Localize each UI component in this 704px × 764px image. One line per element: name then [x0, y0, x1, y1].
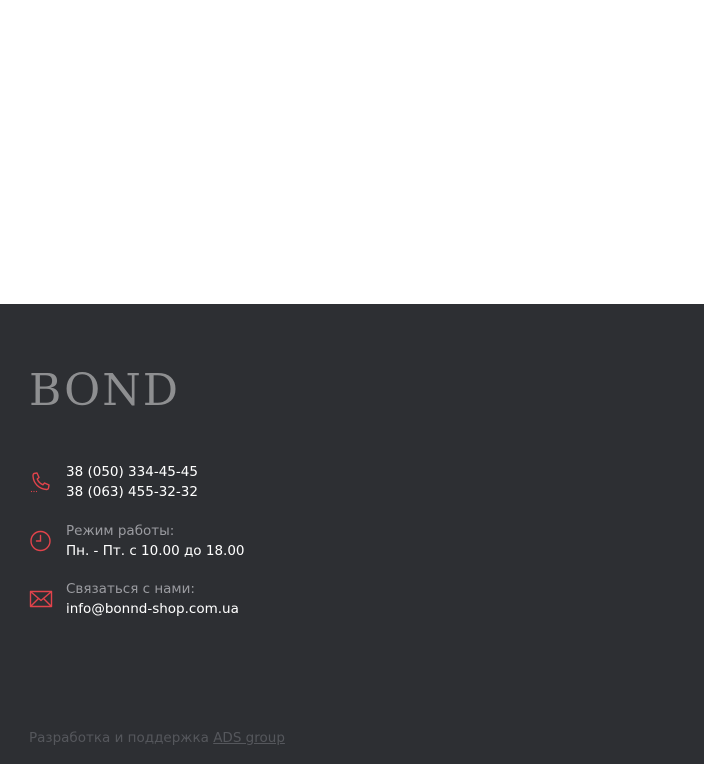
email-label: Связаться с нами:	[66, 581, 195, 597]
hours-text: Режим работы: Пн. - Пт. с 10.00 до 18.00	[66, 521, 245, 561]
phone-numbers: 38 (050) 334-45-45 38 (063) 455-32-32	[66, 462, 198, 502]
hours-value: Пн. - Пт. с 10.00 до 18.00	[66, 543, 245, 559]
email-text: Связаться с нами: info@bonnd-shop.com.ua	[66, 579, 239, 619]
hours-label: Режим работы:	[66, 523, 175, 539]
envelope-icon	[29, 587, 53, 611]
credits-text: Разработка и поддержка	[29, 730, 209, 746]
content-area	[0, 0, 704, 304]
developer-link[interactable]: ADS group	[213, 730, 285, 746]
phone-link-1[interactable]: 38 (050) 334-45-45	[66, 462, 198, 482]
developer-credits: Разработка и поддержка ADS group	[29, 728, 285, 748]
clock-icon	[29, 529, 53, 553]
page: BOND 38 (050) 334-45-45 38 (063) 455-32-…	[0, 0, 704, 764]
brand-logo[interactable]: BOND	[29, 366, 180, 416]
email-link[interactable]: info@bonnd-shop.com.ua	[66, 599, 239, 619]
phone-link-2[interactable]: 38 (063) 455-32-32	[66, 482, 198, 502]
phone-icon	[29, 470, 53, 494]
